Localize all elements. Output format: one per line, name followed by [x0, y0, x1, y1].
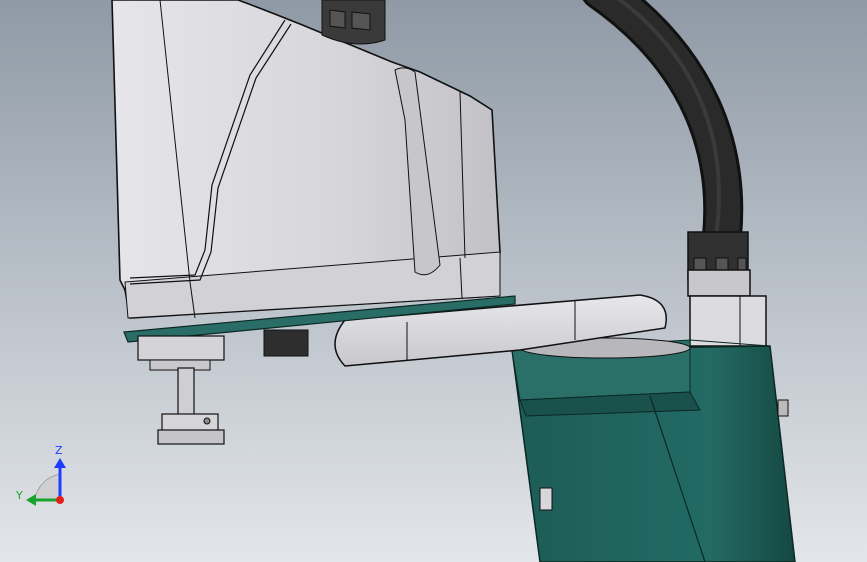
triad-y-label: Y	[15, 489, 23, 502]
triad-z-label: Z	[55, 444, 63, 457]
triad-x-axis	[56, 496, 64, 504]
scara-robot-model[interactable]: Z Y	[0, 0, 867, 562]
base-column	[511, 339, 796, 562]
top-connector	[321, 0, 386, 45]
3d-model-viewport[interactable]: Z Y	[0, 0, 867, 562]
